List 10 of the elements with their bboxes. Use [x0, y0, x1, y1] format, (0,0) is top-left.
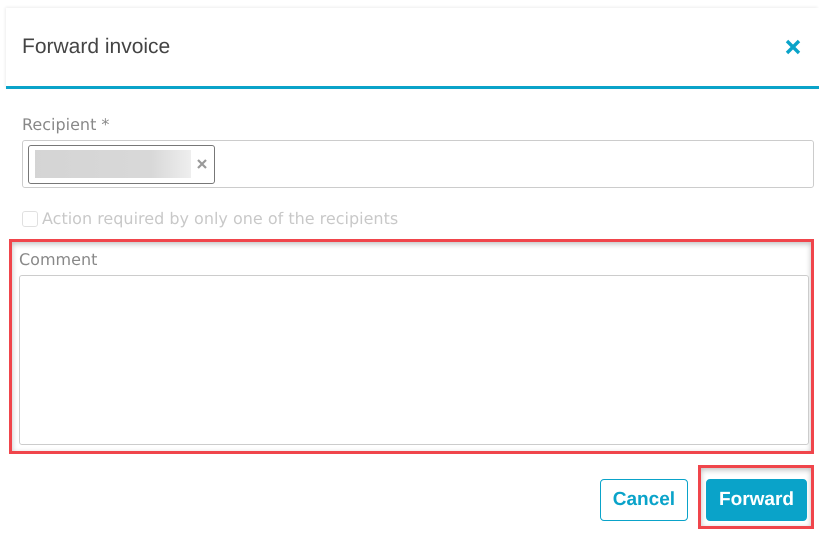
- forward-button[interactable]: Forward: [706, 479, 807, 521]
- remove-icon[interactable]: [197, 159, 207, 169]
- close-icon[interactable]: [785, 39, 801, 55]
- field-label: Recipient *: [22, 115, 110, 134]
- recipient-field[interactable]: [22, 140, 814, 188]
- field-label: Comment: [19, 250, 98, 269]
- recipient-chip[interactable]: [28, 144, 215, 184]
- cancel-button[interactable]: Cancel: [600, 479, 688, 521]
- comment-field[interactable]: [19, 275, 809, 445]
- dialog-title: Forward invoice: [22, 35, 170, 59]
